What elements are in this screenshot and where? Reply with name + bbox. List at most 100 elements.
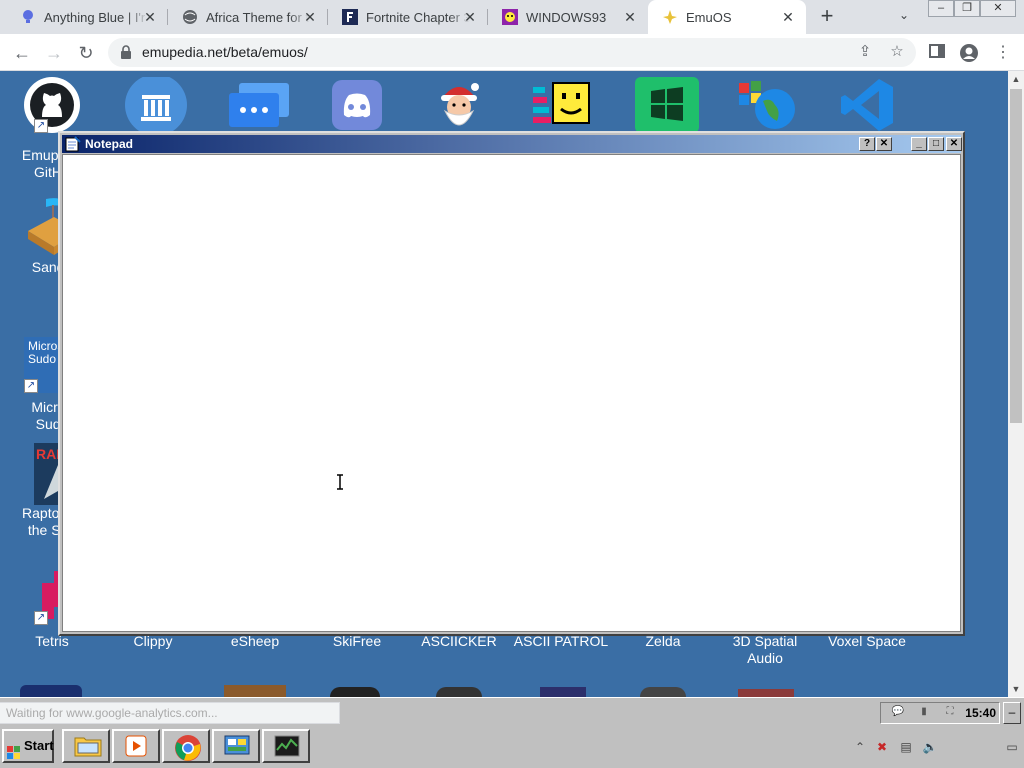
- tab-title: EmuOS: [686, 9, 732, 25]
- partial-icon: [640, 687, 686, 697]
- side-panel-icon[interactable]: [927, 43, 947, 63]
- volume-icon[interactable]: 🔈: [921, 739, 939, 755]
- maximize-button[interactable]: □: [928, 137, 944, 151]
- windows93-icon: [502, 9, 518, 25]
- desktop-icon-discord[interactable]: [309, 77, 405, 139]
- desktop-icon-windows93[interactable]: [513, 77, 609, 139]
- desktop-icon[interactable]: ▭: [1003, 739, 1021, 755]
- emuos-icon: [662, 9, 678, 25]
- reload-icon[interactable]: ↻: [74, 41, 98, 65]
- partial-icon: [738, 689, 794, 697]
- quick-launch-chrome[interactable]: [162, 729, 210, 763]
- partial-icon: [330, 687, 380, 697]
- window-restore-button[interactable]: ❐: [954, 0, 980, 17]
- archive-icon: [125, 74, 187, 136]
- notepad-icon: [65, 136, 81, 152]
- desktop-icon-santa[interactable]: [411, 77, 507, 139]
- close-tab-icon[interactable]: ✕: [462, 9, 478, 25]
- close-tab-icon[interactable]: ✕: [302, 9, 318, 25]
- shortcut-arrow-icon: ↗: [34, 119, 48, 133]
- show-desktop-button[interactable]: –: [1003, 702, 1021, 724]
- partial-icon: [436, 687, 482, 697]
- chevron-up-icon[interactable]: ⌃: [851, 739, 869, 755]
- help-button[interactable]: ?: [859, 137, 875, 151]
- chrome-icon: [174, 734, 201, 761]
- vscode-icon: [839, 77, 895, 133]
- scrollbar-thumb[interactable]: [1010, 89, 1022, 423]
- file-explorer-icon: [74, 734, 102, 758]
- lock-icon: [120, 45, 132, 59]
- desktop-icon-windows[interactable]: [615, 77, 711, 139]
- forward-arrow-icon[interactable]: →: [42, 41, 66, 65]
- desktop-icon-windows-globe[interactable]: [717, 77, 813, 139]
- scroll-up-arrow-icon[interactable]: ▲: [1008, 71, 1024, 87]
- window-minimize-button[interactable]: –: [928, 0, 954, 17]
- minimize-button[interactable]: _: [911, 137, 927, 151]
- start-button[interactable]: Start: [2, 729, 54, 763]
- scroll-down-arrow-icon[interactable]: ▼: [1008, 681, 1024, 697]
- emuos-desktop[interactable]: ↗ Emuped GitH Sandb Micros Sudo ↗ Micros…: [0, 71, 1008, 697]
- tab-title: Anything Blue | I'r: [44, 9, 146, 25]
- partial-icon: [20, 685, 82, 697]
- windows-globe-icon: [737, 77, 795, 133]
- address-bar[interactable]: emupedia.net/beta/emuos/ ⇪ ☆: [108, 38, 916, 67]
- tab-fortnite[interactable]: Fortnite Chapter 3 ✕: [328, 0, 488, 34]
- close-tab-icon[interactable]: ✕: [780, 9, 796, 25]
- start-label: Start: [24, 738, 54, 753]
- partial-icon: [224, 685, 286, 697]
- clock[interactable]: 15:40: [965, 705, 996, 721]
- chat-bubble-icon[interactable]: 💬: [891, 706, 905, 720]
- windows-logo-icon: [635, 77, 699, 133]
- task-manager-icon: [274, 734, 300, 758]
- notepad-window[interactable]: Notepad ? ✕ _ □ ✕: [58, 131, 965, 636]
- page-scrollbar[interactable]: ▲ ▼: [1008, 71, 1024, 697]
- bookmark-star-icon[interactable]: ☆: [888, 43, 906, 61]
- tab-windows93[interactable]: WINDOWS93 ✕: [488, 0, 648, 34]
- close-tab-icon[interactable]: ✕: [142, 9, 158, 25]
- signal-icon[interactable]: ▮: [917, 706, 931, 720]
- control-panel-icon: [224, 734, 250, 758]
- shortcut-arrow-icon: ↗: [24, 379, 38, 393]
- quick-launch-control-panel[interactable]: [212, 729, 260, 763]
- fullscreen-icon[interactable]: ⛶: [943, 706, 957, 720]
- share-icon[interactable]: ⇪: [856, 43, 874, 61]
- desktop-icon-github[interactable]: ↗: [4, 77, 100, 139]
- tab-emuos[interactable]: EmuOS ✕: [648, 0, 806, 34]
- tab-africa-theme[interactable]: Africa Theme for t ✕: [168, 0, 328, 34]
- tab-anything-blue[interactable]: Anything Blue | I'r ✕: [6, 0, 168, 34]
- text-cursor-icon: [336, 474, 344, 490]
- window-close-button[interactable]: ✕: [980, 0, 1016, 17]
- notepad-title-bar[interactable]: Notepad ? ✕ _ □ ✕: [62, 135, 962, 153]
- quick-launch-file-explorer[interactable]: [62, 729, 110, 763]
- quick-launch-task-manager[interactable]: [262, 729, 310, 763]
- github-icon: ↗: [24, 77, 80, 133]
- icon-label: 3D Spatial Audio: [732, 633, 798, 666]
- windows-flag-icon: [7, 740, 21, 759]
- santa-icon: [431, 77, 487, 133]
- quick-launch-media-player[interactable]: [112, 729, 160, 763]
- network-icon[interactable]: ▤: [897, 739, 915, 755]
- profile-avatar-icon[interactable]: [959, 43, 979, 63]
- system-tray: 💬 ▮ ⛶ 15:40: [880, 702, 1000, 724]
- new-tab-button[interactable]: +: [815, 5, 839, 29]
- tab-title: Africa Theme for t: [206, 9, 310, 25]
- network-error-icon[interactable]: ✖: [873, 739, 891, 755]
- back-arrow-icon[interactable]: ←: [10, 41, 34, 65]
- notepad-text-area[interactable]: [62, 154, 961, 632]
- desktop-icon-archive[interactable]: [105, 74, 201, 139]
- close-tab-icon[interactable]: ✕: [622, 9, 638, 25]
- notepad-title: Notepad: [85, 137, 133, 151]
- tab-strip: Anything Blue | I'r ✕ Africa Theme for t…: [0, 0, 1024, 34]
- shortcut-arrow-icon: ↗: [34, 611, 48, 625]
- url-text: emupedia.net/beta/emuos/: [142, 44, 308, 60]
- desktop-icon-chat[interactable]: [207, 77, 303, 139]
- tab-title: WINDOWS93: [526, 9, 607, 25]
- desktop-icon-vscode[interactable]: [819, 77, 915, 139]
- browser-status-bubble: Waiting for www.google-analytics.com...: [0, 702, 340, 724]
- menu-kebab-icon[interactable]: ⋮: [993, 43, 1013, 63]
- browser-toolbar: ← → ↻ emupedia.net/beta/emuos/ ⇪ ☆ ⋮: [0, 34, 1024, 71]
- context-close-button[interactable]: ✕: [876, 137, 892, 151]
- tab-search-icon[interactable]: ⌄: [895, 8, 913, 26]
- close-button[interactable]: ✕: [946, 137, 962, 151]
- desktop-icon-3d-spatial-audio[interactable]: 3D Spatial Audio: [717, 633, 813, 667]
